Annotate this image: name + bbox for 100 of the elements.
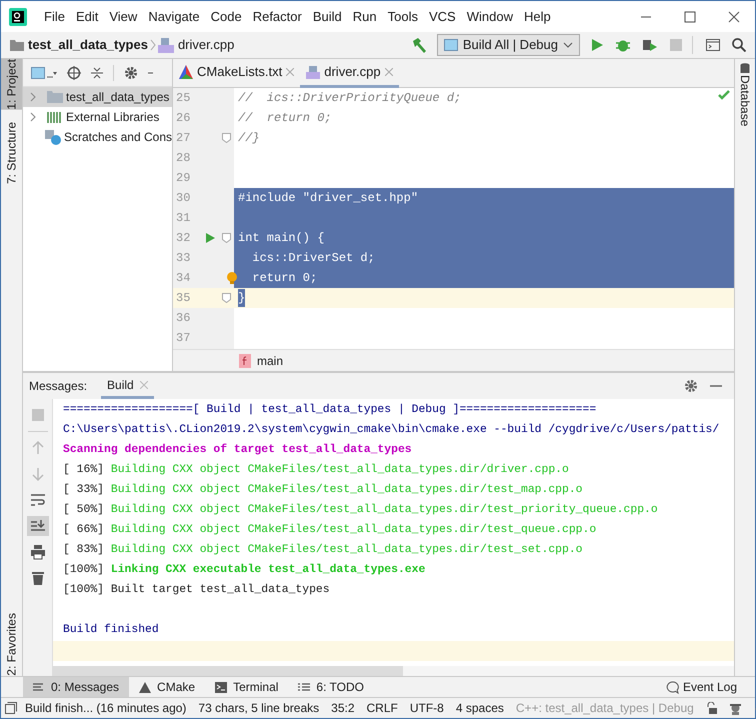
panel-toggle-icon[interactable] [5,702,17,714]
menu-item[interactable]: VCS [424,6,461,28]
editor-tab[interactable]: CMakeLists.txt [173,59,300,88]
app-logo-icon [9,8,27,26]
line-number: 33 [175,250,192,267]
speech-bubble-icon [666,680,679,694]
tool-window-tab[interactable]: 0: Messages [23,676,130,698]
scroll-to-end-icon[interactable] [30,518,46,534]
output-line: [ 66%] Building CXX object CMakeFiles/test_all_data_types.dir/test_queue.cpp.o [63,522,596,538]
checkmark-icon [718,90,730,100]
output-line: ===================[ Build | test_all_data_types | Debug ]==================== [63,402,596,418]
run-coverage-icon[interactable] [642,38,658,52]
light-bulb-icon[interactable] [227,272,237,284]
editor-tab[interactable]: driver.cpp [300,59,399,88]
run-icon[interactable] [206,233,214,243]
horizontal-scrollbar[interactable] [53,666,734,676]
tool-window-tab[interactable]: 6: TODO [288,676,374,698]
caret-position[interactable]: 35:2 [331,699,355,717]
tree-item[interactable]: External Libraries [23,107,172,127]
output-line: [ 16%] Building CXX object CMakeFiles/test_all_data_types.dir/driver.cpp.o [63,462,569,478]
code-line: int main() { [238,230,324,247]
output-line: [100%] Linking CXX executable test_all_data_types.exe [63,562,426,578]
line-separator[interactable]: CRLF [366,699,398,717]
target-icon[interactable] [67,66,81,80]
output-line: [ 33%] Building CXX object CMakeFiles/test_all_data_types.dir/test_map.cpp.o [63,482,583,498]
menu-item[interactable]: Code [206,6,247,28]
menu-item[interactable]: Navigate [143,6,205,28]
caret-icon [563,41,573,49]
config-icon [444,39,458,51]
line-number: 25 [175,90,192,107]
list-icon [298,682,310,692]
folder-icon [10,39,24,51]
panel-title: Messages: [29,378,88,395]
line-number: 35 [175,290,192,307]
terminal-window-icon[interactable] [706,38,720,52]
output-line: Build finished [63,622,159,638]
print-icon[interactable] [30,544,46,560]
tool-window-tab[interactable]: CMake [129,676,206,698]
triangle-icon [179,65,193,79]
cpp-file-icon [306,65,320,79]
line-number: 26 [175,110,192,127]
code-line: ics::DriverSet d; [251,250,375,267]
line-number: 30 [175,190,192,207]
collapse-all-icon[interactable] [91,66,103,80]
status-message[interactable]: Build finish... (16 minutes ago) [25,699,186,717]
inspector-icon[interactable] [728,702,742,714]
output-line: C:\Users\pattis\.CLion2019.2\system\cygwin_cmake\bin\cmake.exe --build /cygdrive/c/Users/pattis/ [63,422,720,438]
file-name[interactable]: driver.cpp [178,35,234,55]
side-tab[interactable]: 1: Project [1,59,22,110]
tool-window-tab[interactable]: Terminal [205,676,288,698]
tree-item[interactable]: test_all_data_types [23,87,172,107]
hammer-icon[interactable] [410,37,427,53]
code-line: // ics::DriverPriorityQueue d; [238,90,462,107]
trash-icon[interactable] [30,570,46,586]
menu-item[interactable]: Help [518,6,556,28]
maximize-icon[interactable] [683,10,697,24]
run-configuration-dropdown[interactable]: Build All | Debug [436,34,580,56]
output-line: [100%] Built target test_all_data_types [63,582,330,598]
settings-icon[interactable] [124,66,138,80]
line-number: 34 [175,270,192,287]
scratch-clock-icon [44,130,61,144]
cpp-file-icon [158,37,174,53]
indent-setting[interactable]: 4 spaces [456,699,504,717]
chevron-icon [148,38,158,52]
side-tab[interactable]: Database [734,75,756,126]
file-encoding[interactable]: UTF-8 [410,699,444,717]
list-icon [33,682,45,692]
breadcrumb-item[interactable]: main [257,352,284,370]
menu-item[interactable]: View [104,6,142,28]
menu-item[interactable]: Run [348,6,382,28]
line-number: 29 [175,170,192,187]
line-number: 32 [175,230,192,247]
line-number: 31 [175,210,192,227]
terminal-icon [215,682,228,692]
side-tab[interactable]: 7: Structure [1,122,22,184]
code-line: // return 0; [238,110,332,127]
close-icon[interactable] [727,10,741,24]
view-mode-icon[interactable] [31,66,57,78]
menu-item[interactable]: Build [308,6,347,28]
run-icon[interactable] [590,38,604,52]
tree-item[interactable]: Scratches and Cons [23,127,172,147]
code-line: return 0; [251,270,318,287]
function-f-icon [242,356,248,365]
menu-item[interactable]: Tools [382,6,423,28]
search-icon[interactable] [732,38,746,52]
side-tab[interactable]: 2: Favorites [1,613,22,676]
menu-item[interactable]: Refactor [248,6,307,28]
line-number: 36 [175,310,192,327]
settings-icon[interactable] [684,379,698,393]
bug-icon[interactable] [616,38,630,52]
menu-item[interactable]: File [39,6,70,28]
line-number: 27 [175,130,192,147]
menu-item[interactable]: Edit [70,6,104,28]
code-line: #include "driver_set.hpp" [238,190,418,207]
folder-icon [47,90,63,104]
lock-icon[interactable] [706,702,717,714]
soft-wrap-icon[interactable] [30,492,46,508]
event-log-button[interactable]: Event Log [666,678,737,696]
project-name[interactable]: test_all_data_types [28,35,148,55]
menu-item[interactable]: Window [462,6,518,28]
